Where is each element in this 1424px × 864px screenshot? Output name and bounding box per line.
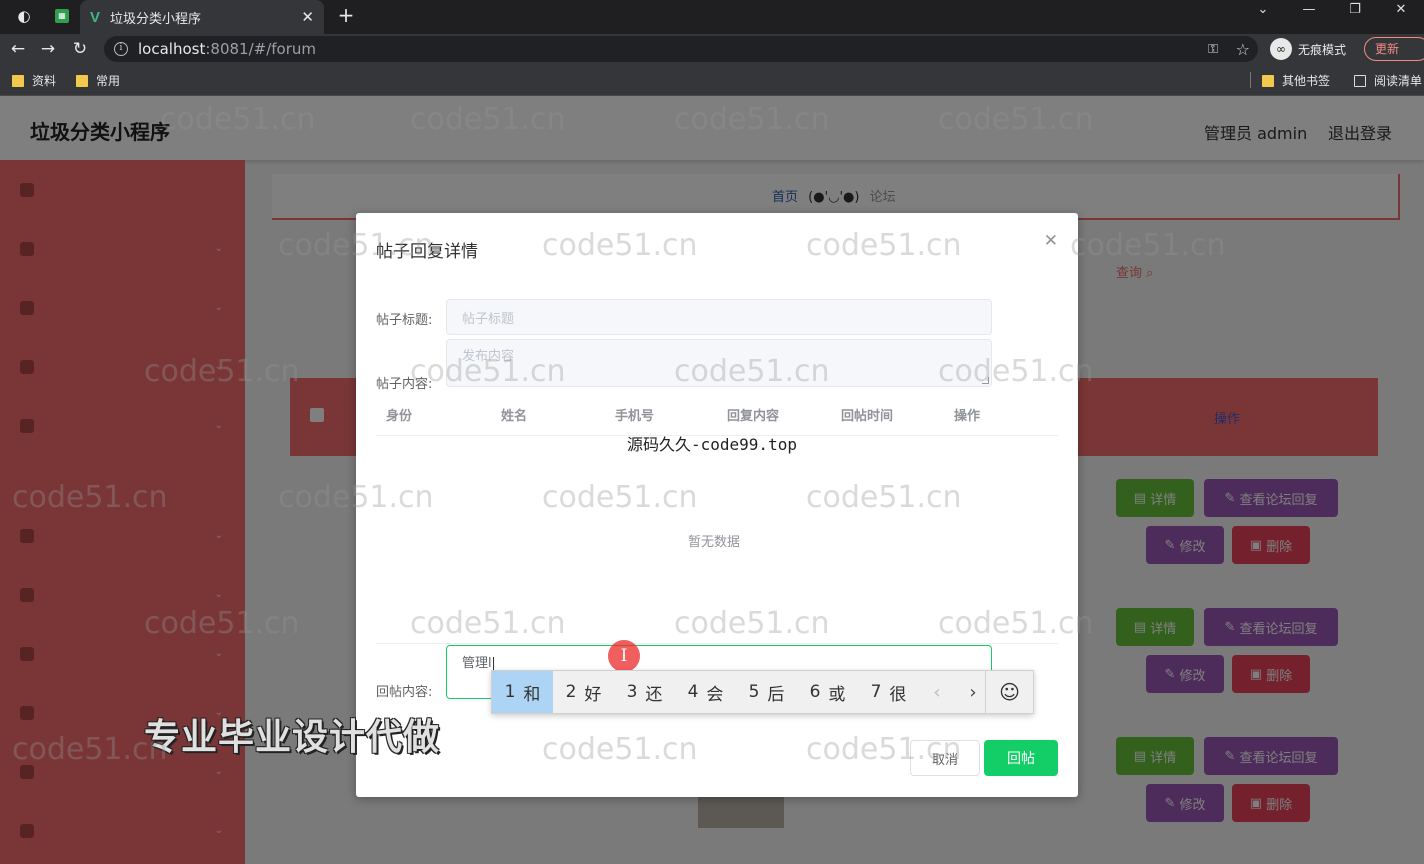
post-title-label: 帖子标题: xyxy=(376,313,433,328)
folder-icon xyxy=(12,74,24,87)
incognito-label: 无痕模式 xyxy=(1298,42,1347,57)
promo-overlay-text: 专业毕业设计代做 xyxy=(144,717,441,758)
post-content-label: 帖子内容: xyxy=(376,377,433,392)
column-header: 手机号 xyxy=(615,409,655,424)
sheet-tab-icon[interactable]: ▦ xyxy=(48,3,76,29)
bookmark-folder-1[interactable]: 资料 xyxy=(12,72,56,89)
address-bar: ← → ↻ i localhost:8081/#/forum ⚿ ☆ ∞ 无痕模… xyxy=(0,34,1424,64)
url-field[interactable]: i localhost:8081/#/forum ⚿ ☆ xyxy=(104,36,1258,62)
bookmark-folder-2[interactable]: 常用 xyxy=(76,72,120,89)
reply-label: 回帖内容: xyxy=(376,685,433,700)
vue-logo-icon: V xyxy=(90,8,101,26)
column-header: 操作 xyxy=(954,409,981,424)
update-button[interactable]: 更新 xyxy=(1364,37,1424,61)
ime-candidate[interactable]: 1和 xyxy=(492,671,553,713)
incognito-indicator[interactable]: ∞ 无痕模式 xyxy=(1270,37,1346,61)
close-icon[interactable]: ✕ xyxy=(1044,231,1058,251)
bookmark-separator xyxy=(1250,72,1251,88)
restore-icon[interactable]: ❐ xyxy=(1332,0,1378,26)
minimize-icon[interactable]: — xyxy=(1286,0,1332,26)
reload-icon[interactable]: ↻ xyxy=(68,38,92,60)
url-path: :8081/#/forum xyxy=(205,40,316,58)
empty-state-text: 暂无数据 xyxy=(688,535,741,550)
tab-title: 垃圾分类小程序 xyxy=(110,11,202,27)
text-caret xyxy=(492,656,494,671)
reading-list-icon xyxy=(1354,74,1366,87)
text-cursor-icon: I xyxy=(608,640,640,672)
ime-candidate[interactable]: 3还 xyxy=(614,671,675,713)
globe-icon[interactable]: ◐ xyxy=(8,3,40,29)
incognito-icon: ∞ xyxy=(1270,38,1292,60)
tab-close-icon[interactable]: ✕ xyxy=(301,8,314,26)
new-tab-icon[interactable]: + xyxy=(332,2,360,30)
info-icon[interactable]: i xyxy=(114,42,128,56)
reading-list[interactable]: 阅读清单 xyxy=(1354,72,1422,89)
ime-candidate[interactable]: 6或 xyxy=(797,671,858,713)
bookmark-star-icon[interactable]: ☆ xyxy=(1236,40,1250,59)
close-window-icon[interactable]: ✕ xyxy=(1378,0,1424,26)
folder-icon xyxy=(1262,74,1274,87)
overlay-watermark-text: 源码久久-code99.top xyxy=(627,435,797,454)
column-header: 身份 xyxy=(386,409,413,424)
ime-candidate[interactable]: 5后 xyxy=(736,671,797,713)
url-host: localhost xyxy=(138,40,206,58)
post-title-input[interactable]: 帖子标题 xyxy=(446,299,992,335)
column-header: 回复内容 xyxy=(727,409,780,424)
other-bookmarks[interactable]: 其他书签 xyxy=(1262,72,1330,89)
key-icon[interactable]: ⚿ xyxy=(1208,42,1218,57)
column-header: 姓名 xyxy=(501,409,528,424)
dialog-title: 帖子回复详情 xyxy=(376,242,478,262)
emoji-icon[interactable]: ☺ xyxy=(985,671,1033,713)
window-controls: ⌄ — ❐ ✕ xyxy=(1240,0,1424,34)
browser-tab-active[interactable]: V 垃圾分类小程序 ✕ xyxy=(80,0,324,34)
ime-prev-icon[interactable]: ‹ xyxy=(919,682,955,703)
forward-icon[interactable]: → xyxy=(36,38,60,60)
post-content-textarea[interactable]: 发布内容 xyxy=(446,339,992,387)
resize-handle[interactable] xyxy=(982,377,989,384)
table-divider xyxy=(376,643,1058,644)
column-header: 回帖时间 xyxy=(841,409,894,424)
submit-reply-button[interactable]: 回帖 xyxy=(984,740,1058,776)
browser-tab-strip: ◐ ▦ V 垃圾分类小程序 ✕ + ⌄ — ❐ ✕ xyxy=(0,0,1424,34)
ime-candidate[interactable]: 4会 xyxy=(675,671,736,713)
ime-candidate[interactable]: 2好 xyxy=(553,671,614,713)
tab-search-icon[interactable]: ⌄ xyxy=(1240,0,1286,26)
bookmarks-bar: 资料 常用 其他书签 阅读清单 xyxy=(0,64,1424,96)
ime-candidate-bar: 1和 2好 3还 4会 5后 6或 7很 ‹ › ☺ xyxy=(491,670,1034,714)
ime-candidate[interactable]: 7很 xyxy=(858,671,919,713)
cancel-button[interactable]: 取消 xyxy=(910,740,980,776)
back-icon[interactable]: ← xyxy=(6,38,30,60)
folder-icon xyxy=(76,74,88,87)
